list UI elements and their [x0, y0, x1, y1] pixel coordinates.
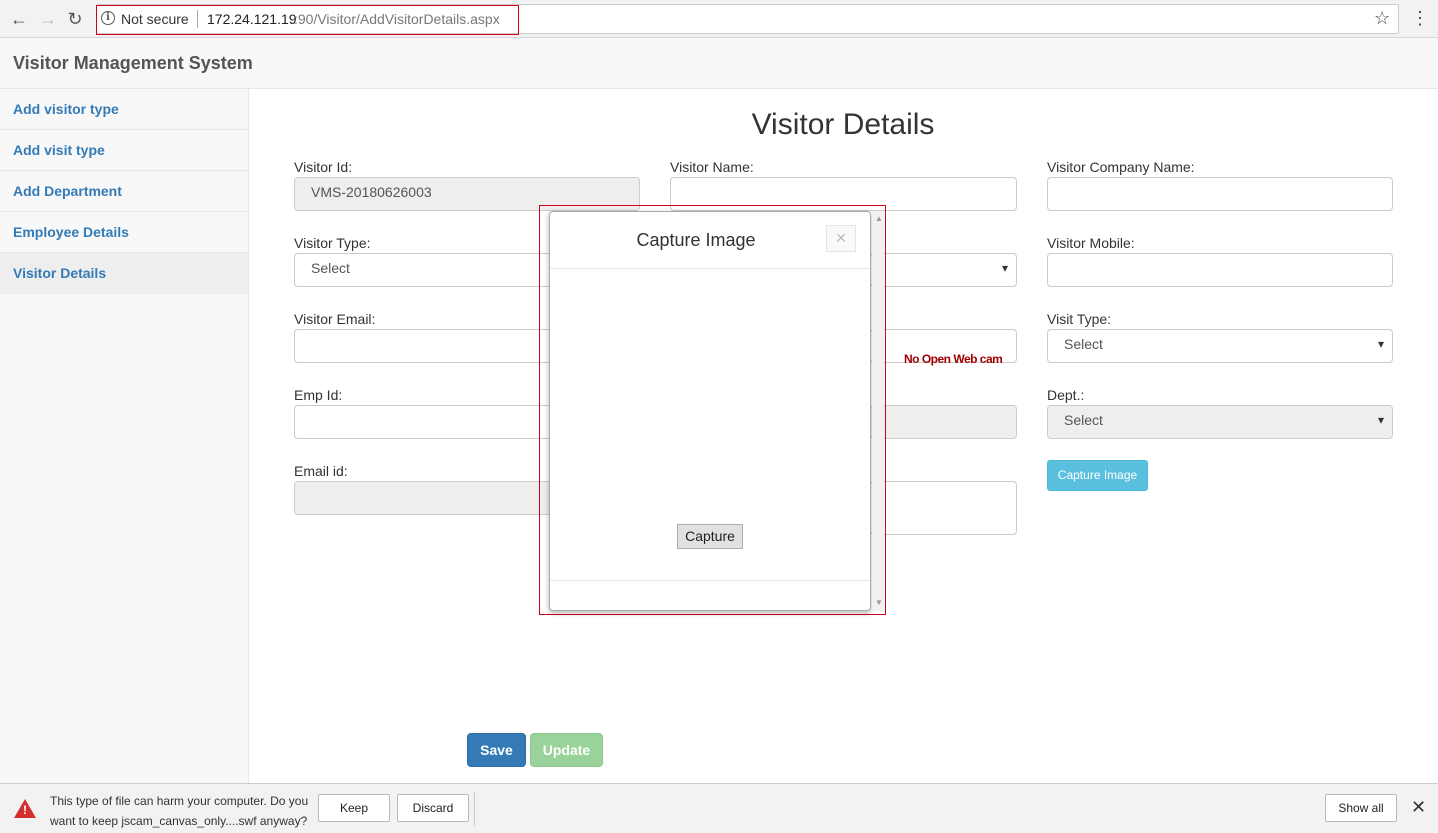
download-separator	[474, 792, 475, 826]
page-title: Visitor Details	[751, 108, 935, 141]
download-bar: ! This type of file can harm your comput…	[0, 783, 1438, 833]
modal-capture-button[interactable]: Capture	[677, 524, 743, 549]
close-icon[interactable]: ✕	[1411, 797, 1426, 818]
visitor-company-input[interactable]	[1047, 177, 1393, 211]
bookmark-star-icon[interactable]: ☆	[1374, 8, 1390, 29]
reload-icon[interactable]: ↻	[64, 8, 86, 30]
download-warning-text: This type of file can harm your computer…	[50, 794, 309, 828]
discard-button[interactable]: Discard	[397, 794, 469, 822]
sidebar-item-add-department[interactable]: Add Department	[0, 171, 248, 212]
purpose-textarea[interactable]	[870, 481, 1017, 535]
browser-toolbar: ← → ↻ i Not secure 172.24.121.19 :90/Vis…	[0, 0, 1438, 38]
update-button[interactable]: Update	[530, 733, 603, 767]
capture-image-modal: Capture Image × Capture	[549, 211, 871, 611]
close-icon[interactable]: ×	[826, 225, 856, 252]
visitor-middle-select[interactable]	[870, 253, 1017, 287]
app-header: Visitor Management System	[0, 38, 1438, 89]
scroll-down-icon[interactable]: ▼	[875, 598, 883, 607]
app-brand[interactable]: Visitor Management System	[13, 53, 253, 74]
scroll-up-icon[interactable]: ▲	[875, 214, 883, 223]
show-all-button[interactable]: Show all	[1325, 794, 1397, 822]
back-arrow-icon[interactable]: ←	[8, 8, 30, 30]
emp-id-label: Emp Id:	[294, 387, 343, 403]
warning-exclamation: !	[23, 803, 27, 817]
visitor-company-label: Visitor Company Name:	[1047, 159, 1195, 175]
forward-arrow-icon[interactable]: →	[37, 8, 59, 30]
modal-title: Capture Image	[636, 230, 756, 250]
browser-menu-icon[interactable]: ⋮	[1411, 8, 1429, 29]
url-separator	[197, 10, 198, 28]
not-secure-label: Not secure	[121, 11, 189, 27]
keep-button[interactable]: Keep	[318, 794, 390, 822]
sidebar-item-add-visitor-type[interactable]: Add visitor type	[0, 89, 248, 130]
sidebar-item-visitor-details[interactable]: Visitor Details	[0, 253, 248, 294]
modal-footer-divider	[550, 580, 870, 581]
visitor-name-label: Visitor Name:	[670, 159, 754, 175]
url-host: 172.24.121.19	[207, 11, 297, 27]
visit-type-select[interactable]: Select	[1047, 329, 1393, 363]
no-webcam-message: No Open Web cam	[904, 352, 1003, 366]
visitor-mobile-label: Visitor Mobile:	[1047, 235, 1135, 251]
save-button[interactable]: Save	[467, 733, 526, 767]
visit-type-label: Visit Type:	[1047, 311, 1112, 327]
url-path: :90/Visitor/AddVisitorDetails.aspx	[294, 11, 500, 27]
emp-name-input[interactable]	[870, 405, 1017, 439]
visitor-id-label: Visitor Id:	[294, 159, 353, 175]
sidebar-item-employee-details[interactable]: Employee Details	[0, 212, 248, 253]
dept-label: Dept.:	[1047, 387, 1085, 403]
info-icon[interactable]: i	[101, 11, 115, 25]
modal-scrollbar[interactable]	[872, 211, 884, 611]
dept-select[interactable]: Select	[1047, 405, 1393, 439]
sidebar-item-add-visit-type[interactable]: Add visit type	[0, 130, 248, 171]
email-id-label: Email id:	[294, 463, 348, 479]
sidebar: Add visitor type Add visit type Add Depa…	[0, 89, 249, 783]
visitor-mobile-input[interactable]	[1047, 253, 1393, 287]
visitor-type-label: Visitor Type:	[294, 235, 371, 251]
capture-image-button[interactable]: Capture Image	[1047, 460, 1148, 491]
visitor-email-label: Visitor Email:	[294, 311, 376, 327]
modal-header-divider	[550, 268, 870, 269]
